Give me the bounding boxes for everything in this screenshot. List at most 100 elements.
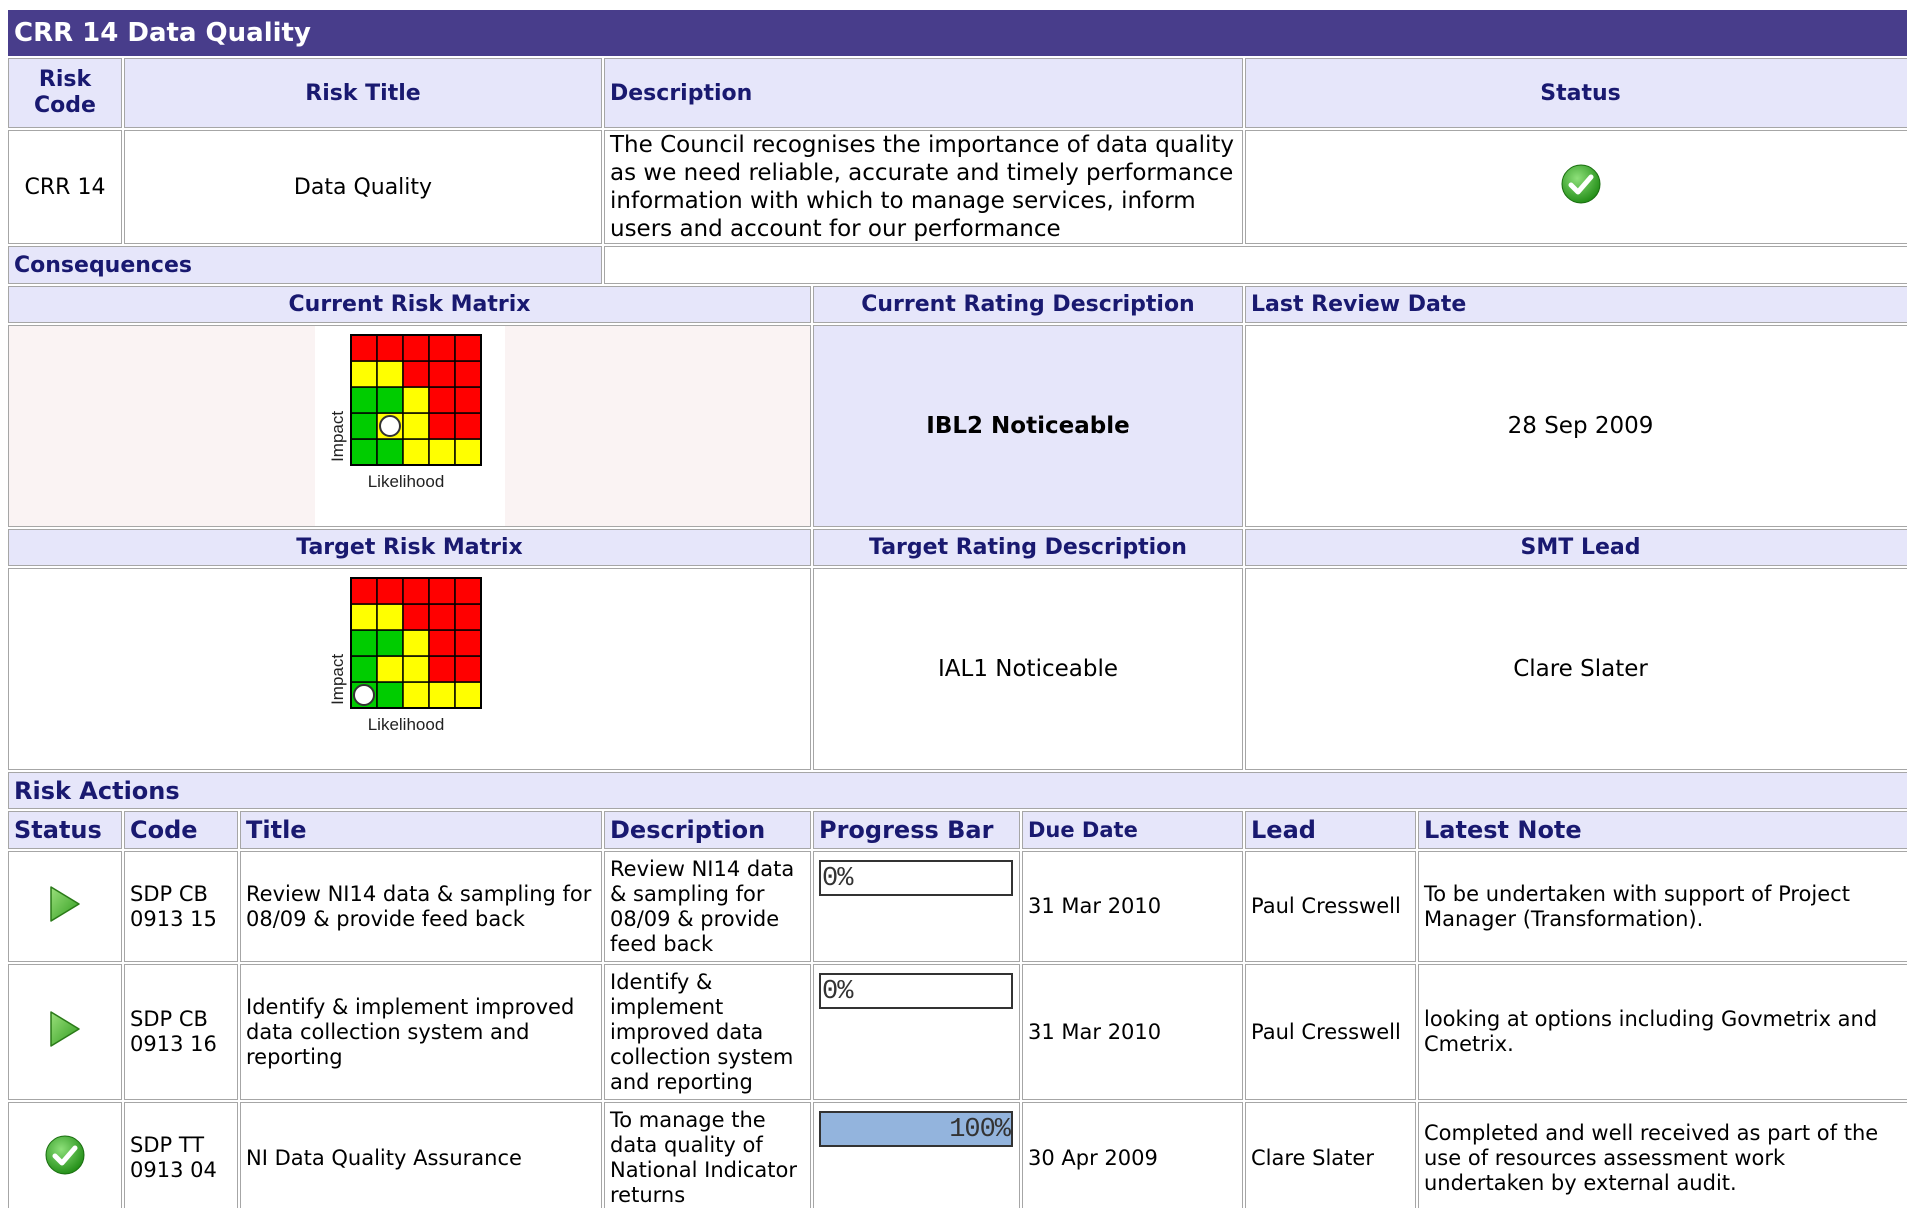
matrix-y-axis-label: Impact: [328, 411, 347, 462]
progress-bar: 100%: [819, 1111, 1013, 1147]
action-latest-note: Completed and well received as part of t…: [1418, 1102, 1907, 1208]
matrix-cell: [427, 360, 456, 388]
smt-lead-value: Clare Slater: [1245, 568, 1907, 770]
table-row: SDP CB 0913 15 Review NI14 data & sampli…: [8, 851, 1907, 962]
risk-code-value: CRR 14: [8, 130, 122, 244]
action-due-date: 30 Apr 2009: [1022, 1102, 1243, 1208]
target-risk-matrix-cell: Likelihood Impact: [8, 568, 811, 770]
action-lead-header: Lead: [1245, 811, 1416, 849]
last-review-date-header: Last Review Date: [1245, 286, 1907, 323]
matrix-cell: [375, 577, 404, 605]
risk-description-value: The Council recognises the importance of…: [604, 130, 1243, 244]
matrix-cell: [427, 412, 456, 440]
risk-marker: [378, 415, 401, 437]
matrix-cell: [453, 629, 482, 657]
report-title: CRR 14 Data Quality: [8, 10, 1907, 56]
matrix-cell: [453, 603, 482, 631]
matrix-x-axis-label: Likelihood: [367, 715, 444, 734]
matrix-cell: [427, 681, 456, 709]
smt-lead-header: SMT Lead: [1245, 529, 1907, 566]
action-code: SDP CB 0913 15: [124, 851, 238, 962]
risk-status-cell: [1245, 130, 1907, 244]
target-rating-description-header: Target Rating Description: [813, 529, 1243, 566]
current-risk-matrix-cell: Likelihood Impact: [8, 325, 811, 527]
status-header: Status: [1245, 58, 1907, 128]
action-status-cell: [8, 851, 122, 962]
matrix-cell: [349, 438, 378, 466]
action-lead: Paul Cresswell: [1245, 964, 1416, 1100]
action-code: SDP CB 0913 16: [124, 964, 238, 1100]
matrix-cell: [401, 412, 430, 440]
matrix-cell: [453, 386, 482, 414]
matrix-cell: [375, 655, 404, 683]
risk-title-value: Data Quality: [124, 130, 602, 244]
matrix-cell: [427, 438, 456, 466]
last-review-date-value: 28 Sep 2009: [1245, 325, 1907, 527]
action-code: SDP TT 0913 04: [124, 1102, 238, 1208]
progress-label: 0%: [822, 864, 853, 894]
action-progress-cell: 0%: [813, 964, 1020, 1100]
consequences-value: [604, 246, 1907, 284]
matrix-cell: [453, 360, 482, 388]
matrix-cell: [453, 438, 482, 466]
action-title-header: Title: [240, 811, 602, 849]
target-risk-matrix-chart: Likelihood Impact: [314, 569, 505, 769]
green-play-icon: [48, 884, 82, 930]
action-title: Review NI14 data & sampling for 08/09 & …: [240, 851, 602, 962]
action-latest-note: looking at options including Govmetrix a…: [1418, 964, 1907, 1100]
action-status-cell: [8, 1102, 122, 1208]
matrix-cell: [401, 603, 430, 631]
matrix-cell: [349, 412, 378, 440]
matrix-cell: [375, 681, 404, 709]
action-description: Review NI14 data & sampling for 08/09 & …: [604, 851, 811, 962]
action-progress-cell: 100%: [813, 1102, 1020, 1208]
matrix-cell: [453, 412, 482, 440]
action-latest-note-header: Latest Note: [1418, 811, 1907, 849]
matrix-cell: [349, 577, 378, 605]
matrix-cell: [349, 386, 378, 414]
consequences-label: Consequences: [8, 246, 602, 284]
matrix-y-axis-label: Impact: [328, 654, 347, 705]
report-frame: CRR 14 Data Quality Risk Code Risk Title…: [8, 8, 1907, 1208]
action-lead: Clare Slater: [1245, 1102, 1416, 1208]
description-header: Description: [604, 58, 1243, 128]
target-rating-value: IAL1 Noticeable: [813, 568, 1243, 770]
matrix-cell: [453, 655, 482, 683]
table-row: SDP TT 0913 04 NI Data Quality Assurance…: [8, 1102, 1907, 1208]
green-play-icon: [48, 1009, 82, 1055]
matrix-cell: [349, 603, 378, 631]
risk-report-table: CRR 14 Data Quality Risk Code Risk Title…: [8, 8, 1907, 1208]
matrix-cell: [427, 629, 456, 657]
action-due-date: 31 Mar 2010: [1022, 851, 1243, 962]
action-code-header: Code: [124, 811, 238, 849]
matrix-cell: [401, 360, 430, 388]
matrix-cell: [427, 577, 456, 605]
matrix-cell: [427, 334, 456, 362]
action-latest-note: To be undertaken with support of Project…: [1418, 851, 1907, 962]
progress-label: 0%: [822, 977, 853, 1007]
matrix-cell: [427, 603, 456, 631]
progress-bar: 0%: [819, 860, 1013, 896]
matrix-cell: [401, 655, 430, 683]
green-check-icon: [1560, 163, 1602, 211]
current-risk-matrix: Likelihood Impact: [314, 326, 505, 526]
matrix-cell: [453, 577, 482, 605]
progress-bar: 0%: [819, 973, 1013, 1009]
action-progress-header: Progress Bar: [813, 811, 1020, 849]
current-rating-value: IBL2 Noticeable: [813, 325, 1243, 527]
matrix-cell: [401, 438, 430, 466]
matrix-cell: [427, 386, 456, 414]
risk-actions-label: Risk Actions: [8, 772, 1907, 809]
matrix-cell: [375, 360, 404, 388]
matrix-cell: [349, 360, 378, 388]
matrix-cell: [349, 334, 378, 362]
matrix-cell: [375, 386, 404, 414]
action-status-cell: [8, 964, 122, 1100]
matrix-x-axis-label: Likelihood: [367, 472, 444, 491]
green-check-icon: [44, 1134, 86, 1182]
action-description-header: Description: [604, 811, 811, 849]
action-title: NI Data Quality Assurance: [240, 1102, 602, 1208]
action-progress-cell: 0%: [813, 851, 1020, 962]
current-risk-matrix-header: Current Risk Matrix: [8, 286, 811, 323]
matrix-cell: [427, 655, 456, 683]
